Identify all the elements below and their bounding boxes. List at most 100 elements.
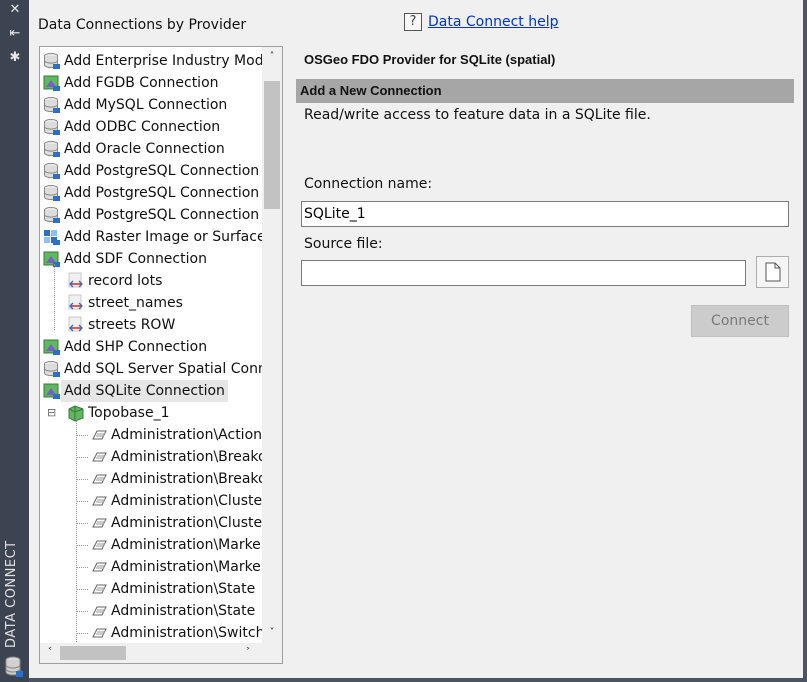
tree-item[interactable]: Administration\Marker: [76, 534, 270, 556]
scroll-left-icon[interactable]: ˂: [40, 645, 60, 661]
provider-tree[interactable]: Add Enterprise Industry Model Add FGDB Co…: [39, 46, 283, 664]
tree-item-label: Add Enterprise Industry Model: [64, 53, 277, 69]
connect-button[interactable]: Connect: [691, 305, 789, 337]
feature-class-icon: [90, 536, 108, 554]
source-file-label: Source file:: [304, 236, 383, 252]
source-file-input[interactable]: [301, 260, 746, 286]
tree-item-label: Add ODBC Connection: [64, 119, 221, 135]
tree-connector: [76, 632, 88, 634]
properties-icon[interactable]: ✱: [7, 50, 23, 66]
vector-layer-icon: [43, 250, 61, 268]
tree-item[interactable]: Add SQLite Connection: [43, 380, 228, 402]
tree-item[interactable]: Administration\ClusterRule: [76, 512, 283, 534]
horizontal-scroll-thumb[interactable]: [60, 646, 126, 660]
tree-item[interactable]: Administration\ActionMap: [76, 424, 283, 446]
feature-class-icon: [90, 448, 108, 466]
tree-item-label: streets ROW: [88, 317, 176, 333]
tree-connector: [76, 478, 88, 480]
palette-title: DATA CONNECT: [4, 540, 19, 648]
tree-item-label: Add Raster Image or Surface: [64, 229, 266, 245]
tree-connector: [76, 418, 77, 642]
tree-item[interactable]: Administration\BreakoutTable: [76, 446, 282, 468]
tree-item[interactable]: Administration\State: [76, 600, 258, 622]
tree-connector: [76, 566, 88, 568]
data-connect-help-link[interactable]: Data Connect help: [428, 14, 558, 30]
tree-item[interactable]: Add SDF Connection: [43, 248, 210, 270]
tree-item[interactable]: Add SHP Connection: [43, 336, 210, 358]
tree-connector: [76, 588, 88, 590]
tree-item-label: Add SQL Server Spatial Connection: [64, 361, 282, 377]
tree-item-label: Administration\Marker: [111, 537, 267, 553]
tree-item-label: Add MySQL Connection: [64, 97, 228, 113]
tree-item-label: Add Oracle Connection: [64, 141, 225, 157]
collapse-icon[interactable]: ⊟: [47, 402, 61, 424]
scroll-down-icon[interactable]: ˅: [262, 625, 282, 641]
vertical-scroll-thumb[interactable]: [264, 81, 280, 209]
feature-class-icon: [90, 492, 108, 510]
feature-class-icon: [90, 558, 108, 576]
tree-item-label: Add SHP Connection: [64, 339, 208, 355]
broken-connection-icon: [67, 294, 85, 312]
tree-item-label: Add SQLite Connection: [61, 380, 228, 402]
vector-layer-icon: [43, 338, 61, 356]
tree-item[interactable]: ⊟ Topobase_1: [47, 402, 172, 424]
tree-item[interactable]: Add Enterprise Industry Model: [43, 50, 279, 72]
tree-item-label: Add PostgreSQL Connection: [64, 163, 260, 179]
tree-item-label: Administration\BreakoutTable: [111, 449, 282, 465]
feature-class-icon: [90, 514, 108, 532]
tree-item[interactable]: Administration\ClusterTable: [76, 490, 282, 512]
scroll-right-icon[interactable]: ˃: [238, 645, 258, 661]
tree-item[interactable]: Administration\State: [76, 578, 258, 600]
close-icon[interactable]: ✕: [7, 2, 23, 18]
data-connect-panel: Data Connections by Provider Add Enterpr…: [29, 0, 805, 678]
tree-item-label: record lots: [88, 273, 163, 289]
section-header: Add a New Connection: [296, 79, 794, 103]
browse-file-button[interactable]: [756, 256, 789, 288]
tree-item-label: Add PostgreSQL Connection: [64, 207, 260, 223]
tree-item[interactable]: Add MySQL Connection: [43, 94, 230, 116]
connection-name-label: Connection name:: [304, 176, 433, 192]
connection-name-input[interactable]: [301, 201, 789, 227]
auto-hide-icon[interactable]: ⇤: [7, 26, 23, 42]
vertical-scrollbar[interactable]: ˄ ˅: [262, 47, 282, 643]
broken-connection-icon: [67, 316, 85, 334]
tree-item[interactable]: Administration\MarkerRule: [76, 556, 282, 578]
help-link-group[interactable]: ? Data Connect help: [404, 13, 558, 31]
tree-item-label: Administration\State: [111, 581, 256, 597]
feature-class-icon: [90, 580, 108, 598]
tree-item-label: Administration\State: [111, 603, 256, 619]
vector-layer-icon: [43, 382, 61, 400]
tree-item[interactable]: Add SQL Server Spatial Connection: [43, 358, 282, 380]
tree-item[interactable]: street_names: [67, 292, 186, 314]
database-icon: [43, 206, 61, 224]
tree-item-label: Administration\ClusterTable: [111, 493, 282, 509]
data-connect-icon: [5, 656, 23, 677]
tree-item[interactable]: Add PostgreSQL Connection: [43, 182, 262, 204]
feature-class-icon: [90, 624, 108, 642]
tree-connector: [76, 522, 88, 524]
tree-item-label: Administration\ActionMap: [111, 427, 283, 443]
scroll-up-icon[interactable]: ˄: [262, 49, 282, 65]
tree-item-label: Add SDF Connection: [64, 251, 207, 267]
tree-item[interactable]: record lots: [67, 270, 165, 292]
tree-item[interactable]: Add Raster Image or Surface: [43, 226, 269, 248]
tree-item[interactable]: Add FGDB Connection: [43, 72, 222, 94]
palette-strip: ✕ ⇤ ✱ DATA CONNECT: [0, 0, 29, 682]
tree-item[interactable]: Add ODBC Connection: [43, 116, 223, 138]
tree-connector: [76, 434, 88, 436]
tree-item[interactable]: streets ROW: [67, 314, 178, 336]
tree-item[interactable]: Add PostgreSQL Connection: [43, 204, 262, 226]
broken-connection-icon: [67, 272, 85, 290]
tree-item[interactable]: Add PostgreSQL Connection: [43, 160, 262, 182]
help-icon[interactable]: ?: [404, 13, 422, 31]
feature-class-icon: [90, 470, 108, 488]
tree-connector: [76, 500, 88, 502]
tree-item[interactable]: Administration\BreakoutRule: [76, 468, 282, 490]
tree-item-label: Topobase_1: [88, 405, 170, 421]
tree-item-label: Administration\ClusterRule: [111, 515, 283, 531]
tree-item[interactable]: Administration\Switch: [76, 622, 267, 644]
feature-class-icon: [90, 602, 108, 620]
horizontal-scrollbar[interactable]: ˂ ˃: [40, 643, 282, 663]
tree-item[interactable]: Add Oracle Connection: [43, 138, 228, 160]
database-icon: [43, 184, 61, 202]
